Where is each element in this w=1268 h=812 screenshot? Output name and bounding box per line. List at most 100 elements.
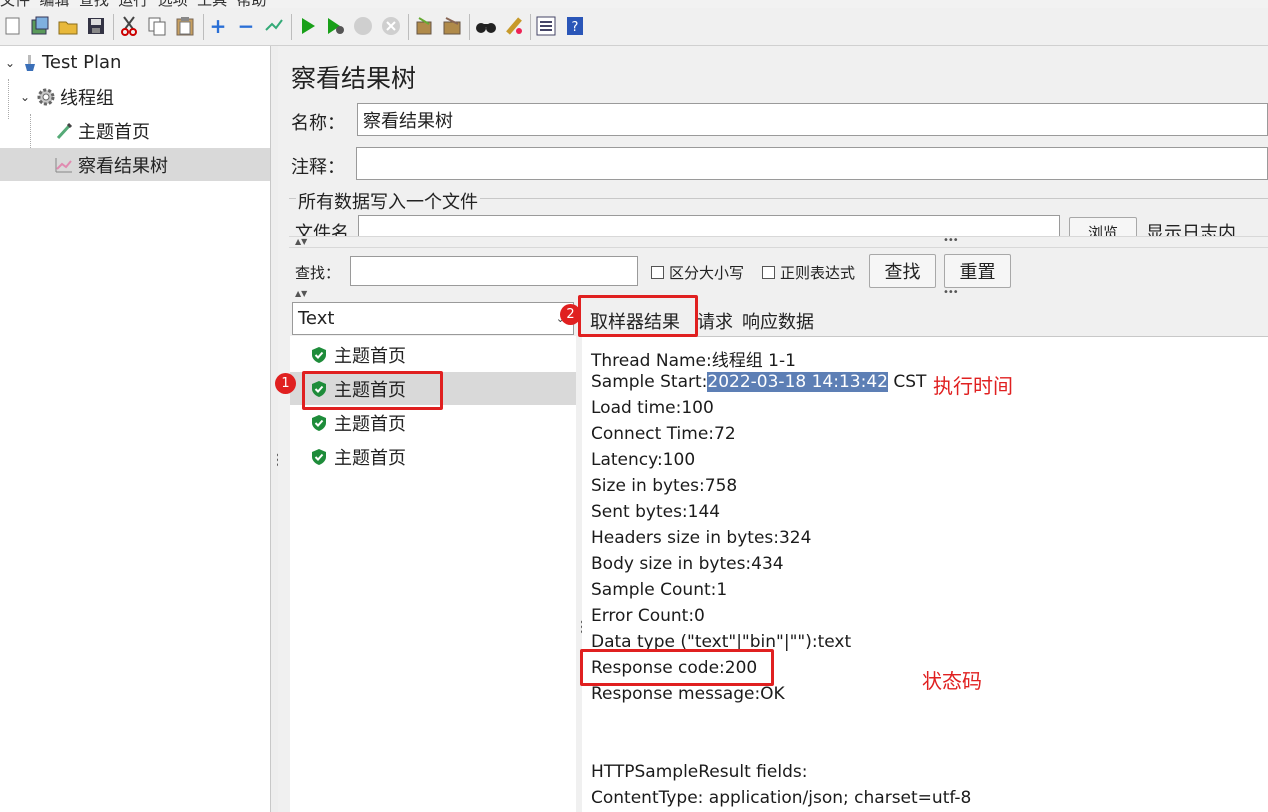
sampler-pipette-icon	[54, 122, 74, 140]
cut-icon[interactable]	[118, 15, 140, 37]
stop-icon[interactable]	[352, 15, 374, 37]
sampler-result-text: Thread Name:线程组 1-1 Sample Start:2022-03…	[582, 337, 1268, 812]
menu-file[interactable]: 文件	[0, 0, 30, 8]
success-shield-icon	[312, 414, 326, 431]
clear-all-icon[interactable]	[441, 15, 463, 37]
comment-field[interactable]	[356, 147, 1268, 180]
thread-name-line: Thread Name:线程组 1-1	[591, 351, 796, 371]
toolbar-separator	[113, 14, 114, 40]
search-label: 查找：	[295, 264, 341, 282]
comment-label: 注释：	[291, 157, 345, 178]
copy-icon[interactable]	[146, 15, 168, 37]
tree-item-test-plan[interactable]: ⌄ Test Plan	[0, 46, 270, 79]
sample-count-line: Sample Count:1	[591, 580, 728, 600]
list-item[interactable]: 主题首页	[290, 338, 576, 371]
renderer-select[interactable]: Text ⌄	[292, 302, 574, 335]
divider[interactable]	[289, 289, 1268, 297]
paste-icon[interactable]	[174, 15, 196, 37]
case-sensitive-label: 区分大小写	[669, 264, 745, 282]
tree-item-label: Test Plan	[42, 52, 122, 73]
list-item[interactable]: 主题首页	[290, 440, 576, 473]
help-icon[interactable]: ?	[564, 15, 586, 37]
menubar: 文件 编辑 查找 运行 选项 工具 帮助	[0, 0, 1268, 8]
tree-item-sampler[interactable]: 主题首页	[0, 114, 270, 147]
new-icon[interactable]	[2, 15, 24, 37]
chevron-down-icon[interactable]: ⌄	[0, 56, 20, 70]
annotation-box-selected-sample	[302, 371, 443, 410]
chevron-down-icon[interactable]: ⌄	[14, 90, 36, 104]
tree-item-thread-group[interactable]: ⌄ 线程组	[0, 80, 270, 113]
reset-button[interactable]: 重置	[944, 254, 1011, 288]
tree-item-results-tree[interactable]: 察看结果树	[0, 148, 270, 181]
tab-response-data[interactable]: 响应数据	[742, 308, 814, 334]
splitter-grip[interactable]: •••	[943, 287, 959, 298]
regex-checkbox[interactable]: 正则表达式	[762, 262, 855, 283]
body-size-line: Body size in bytes:434	[591, 554, 784, 574]
reset-search-icon[interactable]	[503, 15, 525, 37]
menu-search[interactable]: 查找	[79, 0, 109, 8]
checkbox-box[interactable]	[762, 266, 775, 279]
connect-time-line: Connect Time:72	[591, 424, 736, 444]
list-item-label: 主题首页	[334, 413, 406, 435]
sample-start-line: Sample Start:2022-03-18 14:13:42 CST	[591, 372, 926, 392]
thread-group-gear-icon	[36, 88, 56, 106]
clear-icon[interactable]	[413, 15, 435, 37]
menu-run[interactable]: 运行	[118, 0, 148, 8]
menu-edit[interactable]: 编辑	[39, 0, 69, 8]
renderer-select-value: Text	[298, 308, 335, 329]
headers-size-line: Headers size in bytes:324	[591, 528, 812, 548]
toolbar-separator	[530, 14, 531, 40]
open-icon[interactable]	[57, 15, 79, 37]
filename-label: 文件名	[295, 223, 349, 236]
log-display-label: 显示日志内容：	[1146, 223, 1236, 236]
search-input[interactable]	[350, 256, 638, 286]
toolbar-separator	[469, 14, 470, 40]
tab-request[interactable]: 请求	[697, 308, 733, 334]
file-section-label: 所有数据写入一个文件	[296, 188, 480, 214]
toolbar: + − ?	[0, 8, 1268, 46]
toolbar-separator	[203, 14, 204, 40]
size-line: Size in bytes:758	[591, 476, 738, 496]
divider-arrows-icon[interactable]: ▲▼	[295, 290, 307, 298]
annotation-exec-time: 执行时间	[933, 374, 1013, 398]
search-icon[interactable]	[475, 15, 497, 37]
name-field[interactable]: 察看结果树	[357, 103, 1268, 136]
toggle-icon[interactable]	[263, 15, 285, 37]
file-row: 文件名 浏览 显示日志内容：	[289, 212, 1268, 236]
regex-label: 正则表达式	[780, 264, 856, 282]
filename-input[interactable]	[358, 215, 1060, 236]
menu-help[interactable]: 帮助	[237, 0, 267, 8]
function-helper-icon[interactable]	[535, 15, 557, 37]
find-button[interactable]: 查找	[869, 254, 936, 288]
checkbox-box[interactable]	[651, 266, 664, 279]
sent-bytes-line: Sent bytes:144	[591, 502, 721, 522]
listener-chart-icon	[54, 157, 74, 173]
save-icon[interactable]	[85, 15, 107, 37]
case-sensitive-checkbox[interactable]: 区分大小写	[651, 262, 744, 283]
list-item-label: 主题首页	[334, 345, 406, 367]
browse-button[interactable]: 浏览	[1069, 217, 1137, 236]
list-item-label: 主题首页	[334, 447, 406, 469]
collapse-icon[interactable]: −	[235, 14, 257, 38]
sample-start-prefix: Sample Start:	[591, 372, 708, 392]
templates-icon[interactable]	[29, 15, 51, 37]
menu-options[interactable]: 选项	[158, 0, 188, 8]
annotation-box-response-code	[580, 649, 774, 686]
list-item[interactable]: 主题首页	[290, 406, 576, 439]
divider-arrows-icon[interactable]: ▲▼	[295, 238, 307, 246]
annotation-badge-2: 2	[560, 304, 581, 325]
menu-tools[interactable]: 工具	[197, 0, 227, 8]
http-fields-line: HTTPSampleResult fields:	[591, 762, 808, 782]
expand-icon[interactable]: +	[207, 14, 229, 38]
divider[interactable]	[289, 236, 1268, 248]
toolbar-separator	[291, 14, 292, 40]
start-no-pause-icon[interactable]	[325, 15, 347, 37]
annotation-status-code: 状态码	[922, 669, 982, 693]
shutdown-icon[interactable]	[380, 15, 402, 37]
annotation-box-sampler-tab	[578, 295, 698, 337]
start-icon[interactable]	[297, 15, 319, 37]
latency-line: Latency:100	[591, 450, 696, 470]
test-plan-icon	[20, 54, 40, 72]
annotation-badge-1: 1	[275, 373, 296, 394]
splitter-grip[interactable]: •••	[943, 235, 959, 246]
